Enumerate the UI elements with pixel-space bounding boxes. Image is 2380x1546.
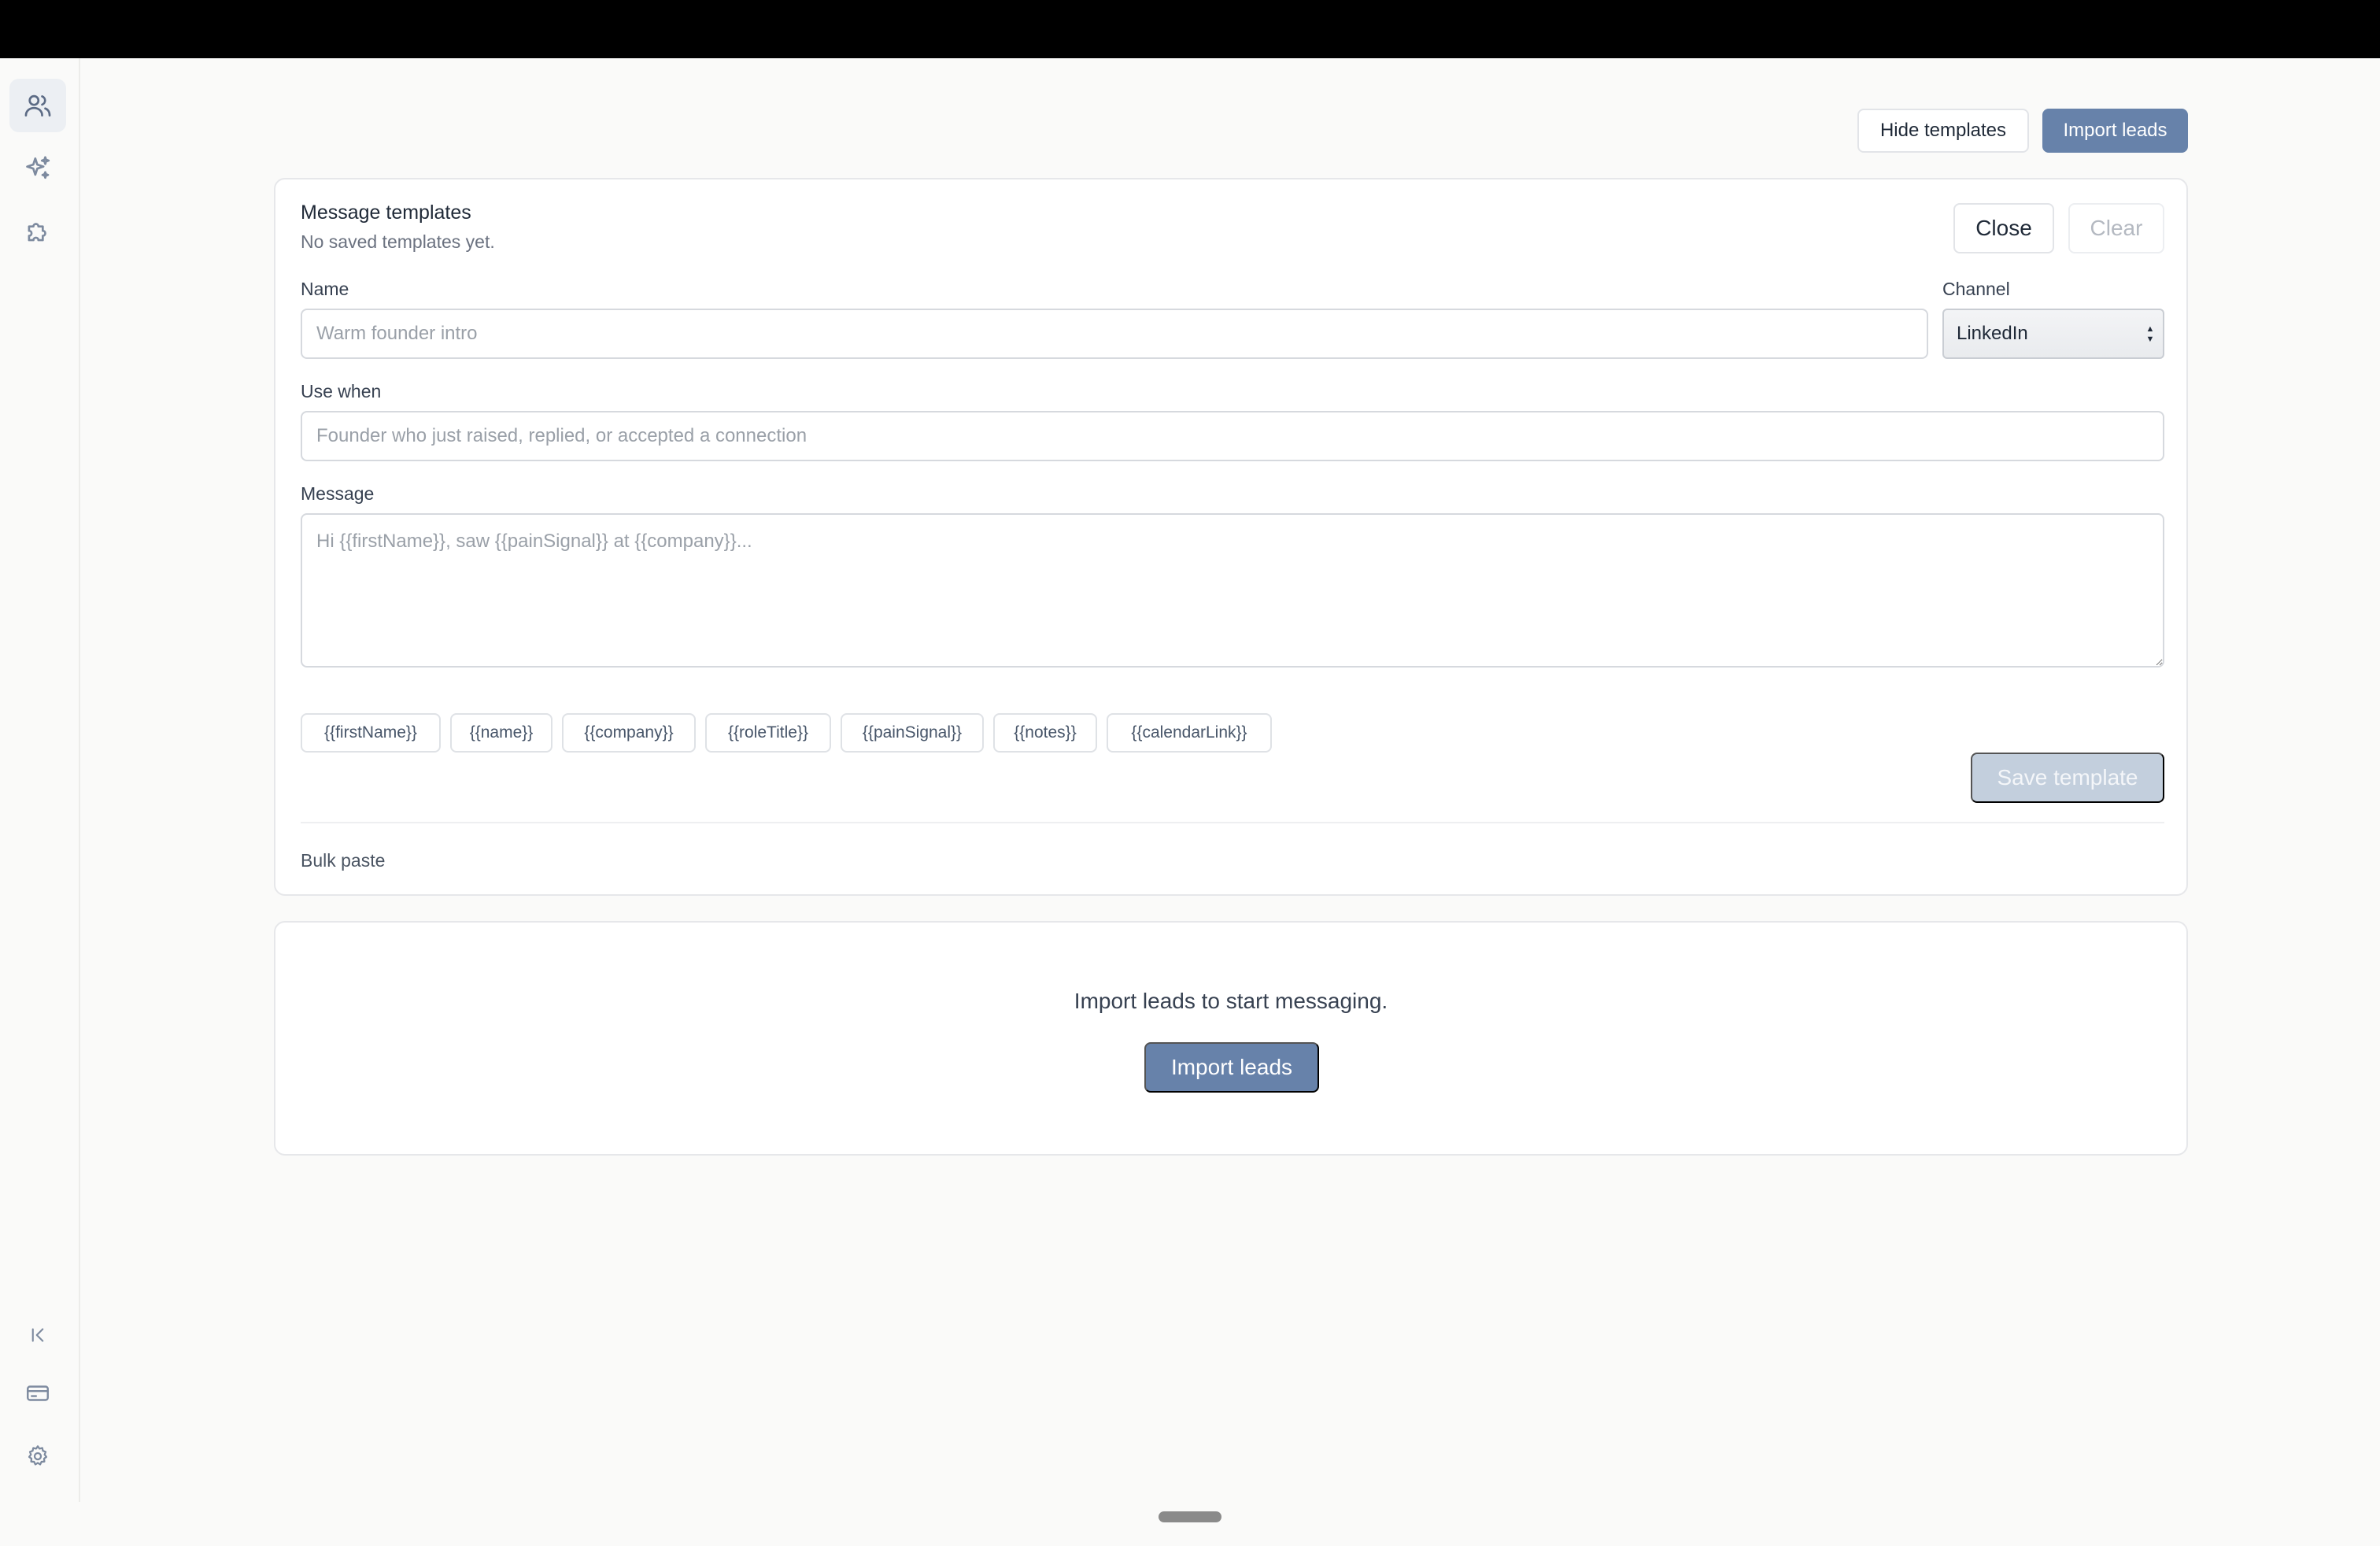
variable-chip-firstname[interactable]: {{firstName}} [301,713,441,753]
channel-select[interactable]: LinkedIn ▲ ▼ [1942,309,2164,359]
puzzle-icon [28,223,46,242]
hide-templates-button[interactable]: Hide templates [1857,109,2029,153]
leads-empty-state: Import leads to start messaging. Import … [274,921,2188,1156]
sidebar-item-settings[interactable] [9,1429,66,1483]
sidebar-item-billing[interactable] [9,1367,66,1420]
panel-subtitle: No saved templates yet. [301,231,495,252]
channel-selected-value: LinkedIn [1957,323,2028,344]
message-textarea[interactable] [301,513,2164,668]
templates-panel: Message templates No saved templates yet… [274,178,2188,896]
select-arrows-icon: ▲ ▼ [2145,324,2155,344]
import-leads-button[interactable]: Import leads [2042,109,2188,153]
sparkles-icon [26,156,50,179]
gear-icon [28,1445,48,1466]
credit-card-icon [27,1385,49,1401]
channel-label: Channel [1942,279,2010,299]
variable-chip-notes[interactable]: {{notes}} [993,713,1097,753]
empty-state-text: Import leads to start messaging. [1074,989,1388,1013]
variable-chip-name[interactable]: {{name}} [450,713,552,753]
message-label: Message [301,483,375,504]
empty-state-import-leads-button[interactable]: Import leads [1144,1042,1319,1093]
sidebar-item-ai[interactable] [9,142,66,195]
collapse-sidebar-icon [31,1328,44,1342]
use-when-field[interactable] [301,411,2164,461]
resize-handle[interactable] [1159,1511,1221,1522]
variable-chip-roletitle[interactable]: {{roleTitle}} [705,713,831,753]
window-top-bar [0,0,2380,58]
sidebar-item-integrations[interactable] [9,205,66,258]
panel-title: Message templates [301,202,471,224]
close-button[interactable]: Close [1953,203,2054,253]
name-label: Name [301,279,349,299]
sidebar-item-leads[interactable] [9,79,66,132]
save-template-button[interactable]: Save template [1971,753,2164,803]
collapse-sidebar-button[interactable] [9,1308,66,1362]
variable-chip-painsignal[interactable]: {{painSignal}} [841,713,984,753]
name-field[interactable] [301,309,1928,359]
use-when-label: Use when [301,381,382,401]
clear-button[interactable]: Clear [2068,203,2164,253]
sidebar [0,58,80,1502]
variable-chip-company[interactable]: {{company}} [562,713,696,753]
variable-chip-calendarlink[interactable]: {{calendarLink}} [1107,713,1272,753]
divider [301,822,2164,823]
bulk-paste-toggle[interactable]: Bulk paste [301,850,385,871]
users-icon [24,94,51,117]
